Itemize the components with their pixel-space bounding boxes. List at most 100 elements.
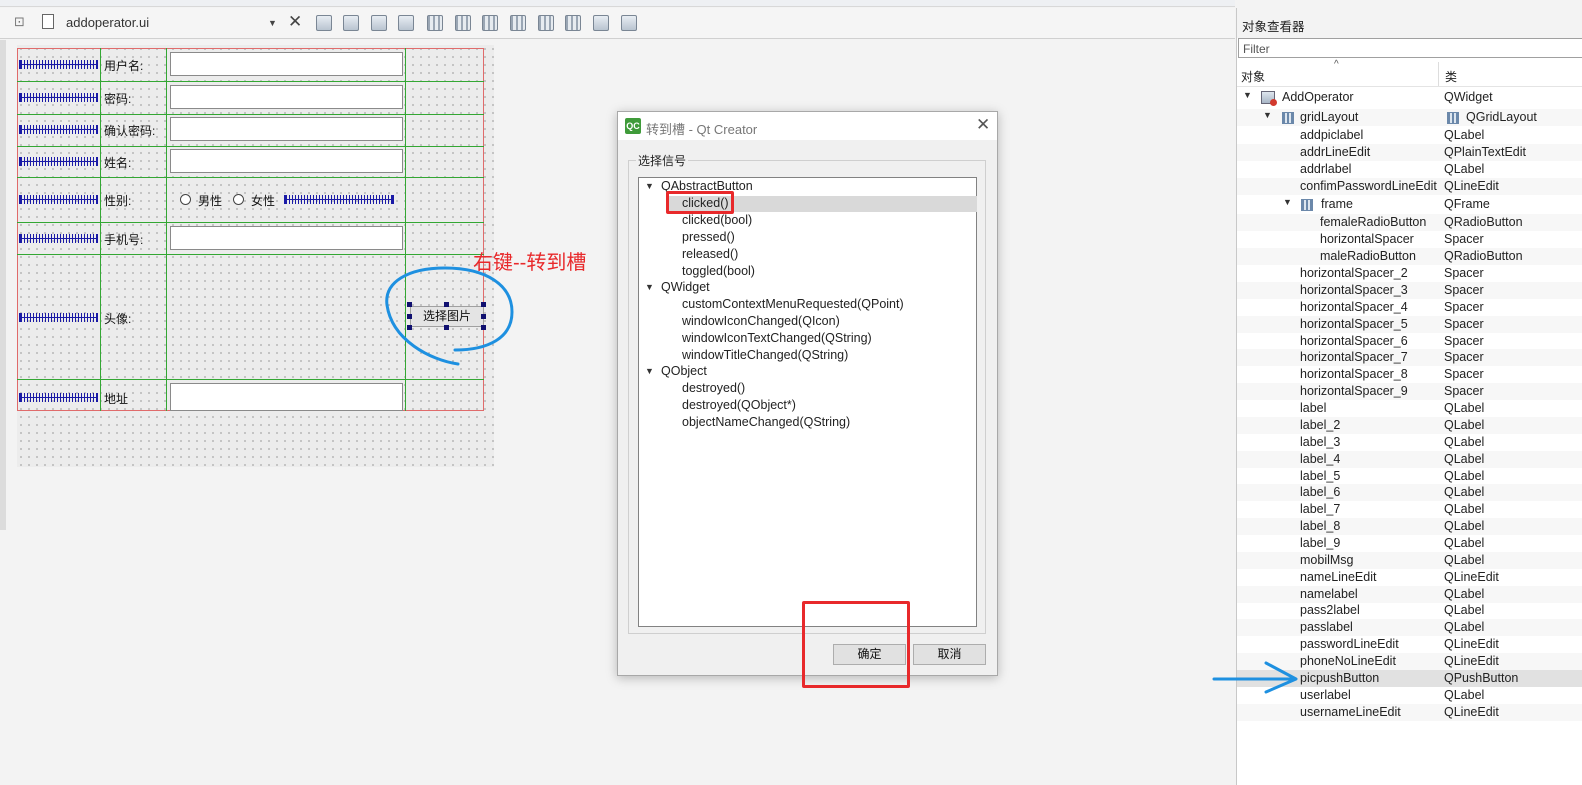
horizontal-spacer[interactable] (284, 195, 394, 204)
horizontal-spacer[interactable] (19, 157, 98, 166)
tree-row[interactable]: horizontalSpacer_3 Spacer (1237, 282, 1582, 299)
column-class[interactable]: 类 (1445, 68, 1457, 85)
edit-buddies-icon[interactable] (371, 15, 387, 31)
layout-grid-icon[interactable] (538, 15, 554, 31)
tree-row[interactable]: femaleRadioButton QRadioButton (1237, 214, 1582, 231)
signal-item[interactable]: windowIconChanged(QIcon) (682, 314, 840, 328)
adjust-size-icon[interactable] (621, 15, 637, 31)
phone-input[interactable] (170, 226, 403, 250)
tree-row-selected[interactable]: picpushButton QPushButton (1237, 670, 1582, 687)
tree-row[interactable]: horizontalSpacer_4 Spacer (1237, 299, 1582, 316)
tree-row[interactable]: horizontalSpacer_2 Spacer (1237, 265, 1582, 282)
break-layout-icon[interactable] (593, 15, 609, 31)
chevron-down-icon[interactable]: ▼ (645, 366, 654, 376)
tree-row[interactable]: horizontalSpacer_8 Spacer (1237, 366, 1582, 383)
scrollbar[interactable] (0, 40, 6, 530)
resize-handle[interactable] (481, 325, 486, 330)
edit-widgets-icon[interactable] (316, 15, 332, 31)
horizontal-spacer[interactable] (19, 234, 98, 243)
edit-tab-order-icon[interactable] (398, 15, 414, 31)
tree-row[interactable]: addpiclabel QLabel (1237, 127, 1582, 144)
signal-item[interactable]: clicked(bool) (682, 213, 752, 227)
signal-item[interactable]: destroyed(QObject*) (682, 398, 796, 412)
resize-handle[interactable] (407, 302, 412, 307)
choose-picture-button[interactable]: 选择图片 (410, 306, 484, 327)
layout-hsplit-icon[interactable] (482, 15, 498, 31)
column-separator[interactable] (1438, 62, 1439, 86)
signal-item[interactable]: windowIconTextChanged(QString) (682, 331, 872, 345)
tree-row[interactable]: label_3 QLabel (1237, 434, 1582, 451)
tree-row[interactable]: confimPasswordLineEdit QLineEdit (1237, 178, 1582, 195)
tree-row[interactable]: label_2 QLabel (1237, 417, 1582, 434)
resize-handle[interactable] (444, 325, 449, 330)
tree-row[interactable]: horizontalSpacer_6 Spacer (1237, 333, 1582, 350)
tree-row[interactable]: horizontalSpacer_7 Spacer (1237, 349, 1582, 366)
tree-row[interactable]: addrLineEdit QPlainTextEdit (1237, 144, 1582, 161)
chevron-down-icon[interactable]: ▼ (1243, 90, 1252, 100)
tree-row[interactable]: addrlabel QLabel (1237, 161, 1582, 178)
resize-handle[interactable] (444, 302, 449, 307)
name-input[interactable] (170, 149, 403, 173)
tree-row[interactable]: nameLineEdit QLineEdit (1237, 569, 1582, 586)
password-input[interactable] (170, 85, 403, 109)
tree-row[interactable]: userlabel QLabel (1237, 687, 1582, 704)
close-icon[interactable]: ✕ (976, 115, 990, 135)
horizontal-spacer[interactable] (19, 125, 98, 134)
edit-signals-icon[interactable] (343, 15, 359, 31)
tree-row[interactable]: label_8 QLabel (1237, 518, 1582, 535)
horizontal-spacer[interactable] (19, 195, 98, 204)
female-radio[interactable] (233, 194, 244, 205)
address-input[interactable] (170, 383, 403, 411)
chevron-down-icon[interactable]: ▼ (1263, 110, 1272, 120)
chevron-down-icon[interactable]: ▼ (268, 18, 277, 28)
signal-item[interactable]: customContextMenuRequested(QPoint) (682, 297, 904, 311)
tree-row[interactable]: ▼ frame QFrame (1237, 196, 1582, 213)
tree-row[interactable]: usernameLineEdit QLineEdit (1237, 704, 1582, 721)
resize-handle[interactable] (407, 325, 412, 330)
tree-row[interactable]: label_9 QLabel (1237, 535, 1582, 552)
layout-vsplit-icon[interactable] (510, 15, 526, 31)
cancel-button[interactable]: 取消 (913, 644, 986, 665)
resize-handle[interactable] (481, 302, 486, 307)
signal-item[interactable]: toggled(bool) (682, 264, 755, 278)
tree-row[interactable]: phoneNoLineEdit QLineEdit (1237, 653, 1582, 670)
tree-row[interactable]: horizontalSpacer_5 Spacer (1237, 316, 1582, 333)
tree-row[interactable]: horizontalSpacer_9 Spacer (1237, 383, 1582, 400)
male-radio[interactable] (180, 194, 191, 205)
tree-row[interactable]: label_6 QLabel (1237, 484, 1582, 501)
tree-row[interactable]: namelabel QLabel (1237, 586, 1582, 603)
tree-row[interactable]: label QLabel (1237, 400, 1582, 417)
tree-row[interactable]: pass2label QLabel (1237, 602, 1582, 619)
horizontal-spacer[interactable] (19, 93, 98, 102)
chevron-down-icon[interactable]: ▼ (1283, 197, 1292, 207)
chevron-down-icon[interactable]: ▼ (645, 181, 654, 191)
layout-vertical-icon[interactable] (455, 15, 471, 31)
signal-tree[interactable]: ▼ QAbstractButton clicked() clicked(bool… (638, 177, 977, 627)
horizontal-spacer[interactable] (19, 313, 98, 322)
tree-row[interactable]: label_4 QLabel (1237, 451, 1582, 468)
tree-row[interactable]: passlabel QLabel (1237, 619, 1582, 636)
username-input[interactable] (170, 52, 403, 76)
file-name[interactable]: addoperator.ui (66, 15, 149, 30)
tree-row[interactable]: maleRadioButton QRadioButton (1237, 248, 1582, 265)
resize-handle[interactable] (407, 314, 412, 319)
confirm-password-input[interactable] (170, 117, 403, 141)
signal-item[interactable]: objectNameChanged(QString) (682, 415, 850, 429)
layout-horizontal-icon[interactable] (427, 15, 443, 31)
signal-group[interactable]: QWidget (661, 280, 710, 294)
signal-item[interactable]: destroyed() (682, 381, 745, 395)
signal-item[interactable]: pressed() (682, 230, 735, 244)
signal-item[interactable]: released() (682, 247, 738, 261)
horizontal-spacer[interactable] (19, 60, 98, 69)
filter-input[interactable]: Filter (1238, 38, 1582, 58)
horizontal-spacer[interactable] (19, 393, 98, 402)
chevron-down-icon[interactable]: ▼ (645, 282, 654, 292)
tree-row[interactable]: label_7 QLabel (1237, 501, 1582, 518)
tree-row[interactable]: horizontalSpacer Spacer (1237, 231, 1582, 248)
signal-group[interactable]: QObject (661, 364, 707, 378)
column-object[interactable]: 对象 (1241, 68, 1265, 85)
lock-icon[interactable]: ⊡ (14, 14, 25, 30)
signal-item[interactable]: windowTitleChanged(QString) (682, 348, 848, 362)
tree-row[interactable]: passwordLineEdit QLineEdit (1237, 636, 1582, 653)
layout-form-icon[interactable] (565, 15, 581, 31)
